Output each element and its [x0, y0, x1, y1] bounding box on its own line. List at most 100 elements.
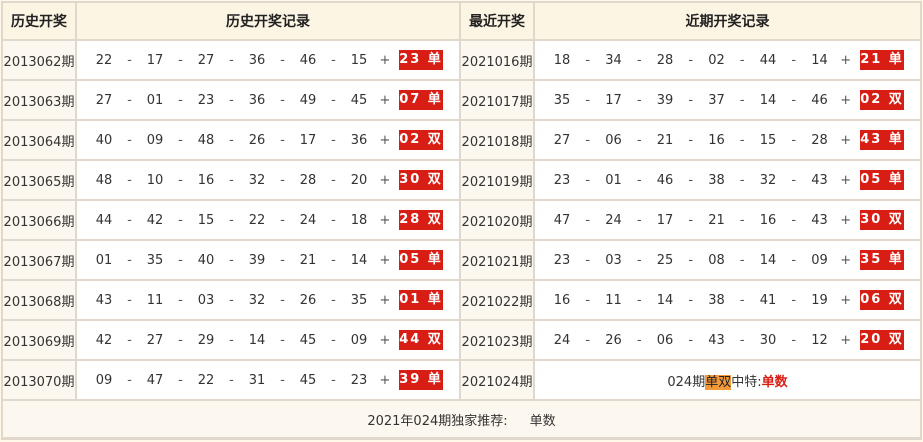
draw-number: 30: [759, 332, 777, 348]
history-numbers: 43-11-03-32-26-35 +01 单: [77, 281, 459, 319]
separator-dash: -: [636, 332, 642, 348]
separator-dash: -: [688, 212, 694, 228]
separator-dash: -: [280, 92, 285, 108]
draw-number: 27: [553, 132, 571, 148]
recent-numbers: 35-17-39-37-14-46 +02 双: [535, 81, 920, 119]
draw-number: 40: [197, 252, 215, 268]
separator-dash: -: [636, 212, 642, 228]
header-recent-records: 近期开奖记录: [535, 3, 920, 39]
table-row: 2013064期 40-09-48-26-17-36 +02 双 2021018期 27…: [3, 121, 920, 159]
separator-dash: -: [791, 132, 797, 148]
recent-numbers: 16-11-14-38-41-19 +06 双: [535, 281, 920, 319]
history-numbers: 22-17-27-36-46-15 +23 单: [77, 41, 459, 79]
number-sequence: 27-06-21-16-15-28 +43 单: [535, 130, 920, 150]
separator-dash: -: [127, 212, 132, 228]
table-row: 2013063期 27-01-23-36-49-45 +07 单 2021017期 35…: [3, 81, 920, 119]
draw-number: 32: [248, 292, 266, 308]
draw-number: 19: [811, 292, 828, 308]
special-number-badge: 44 双: [399, 330, 443, 350]
separator-dash: -: [791, 92, 797, 108]
plus-sign: +: [840, 172, 852, 188]
separator-dash: -: [636, 92, 642, 108]
draw-number: 35: [553, 92, 571, 108]
separator-dash: -: [585, 252, 591, 268]
draw-number: 23: [197, 92, 215, 108]
plus-sign: +: [840, 92, 852, 108]
separator-dash: -: [280, 132, 285, 148]
separator-dash: -: [178, 172, 183, 188]
draw-number: 43: [95, 292, 113, 308]
table-body: 2013062期 22-17-27-36-46-15 +23 单 2021016期 18…: [3, 41, 920, 399]
draw-number: 21: [708, 212, 725, 228]
draw-number: 22: [248, 212, 266, 228]
special-number-badge: 01 单: [399, 290, 443, 310]
draw-number: 31: [248, 372, 266, 388]
table-row: 2013069期 42-27-29-14-45-09 +44 双 2021023期 24…: [3, 321, 920, 359]
table-row: 2013068期 43-11-03-32-26-35 +01 单 2021022期 16…: [3, 281, 920, 319]
separator-dash: -: [585, 132, 591, 148]
history-period: 2013068期: [3, 281, 75, 319]
draw-number: 18: [350, 212, 368, 228]
history-period: 2013064期: [3, 121, 75, 159]
special-number-badge: 23 单: [399, 50, 443, 70]
draw-number: 26: [299, 292, 317, 308]
draw-number: 27: [197, 52, 215, 68]
separator-dash: -: [585, 332, 591, 348]
draw-number: 01: [146, 92, 164, 108]
separator-dash: -: [331, 172, 336, 188]
table-row: 2013062期 22-17-27-36-46-15 +23 单 2021016期 18…: [3, 41, 920, 79]
draw-number: 26: [248, 132, 266, 148]
lottery-records-panel: 历史开奖 历史开奖记录 最近开奖 近期开奖记录 2013062期 22-17-27…: [1, 1, 922, 440]
draw-number: 21: [656, 132, 674, 148]
special-number-badge: 20 双: [860, 330, 904, 350]
special-number-badge: 28 双: [399, 210, 443, 230]
draw-number: 36: [248, 52, 266, 68]
draw-number: 28: [299, 172, 317, 188]
number-sequence: 01-35-40-39-21-14 +05 单: [77, 250, 459, 270]
history-period: 2013063期: [3, 81, 75, 119]
prediction-highlight: 单双: [705, 374, 732, 390]
separator-dash: -: [791, 252, 797, 268]
draw-number: 45: [350, 92, 368, 108]
number-sequence: 40-09-48-26-17-36 +02 双: [77, 130, 459, 150]
records-table: 历史开奖 历史开奖记录 最近开奖 近期开奖记录 2013062期 22-17-27…: [1, 1, 922, 439]
separator-dash: -: [739, 172, 745, 188]
draw-number: 42: [146, 212, 164, 228]
separator-dash: -: [791, 212, 797, 228]
draw-number: 16: [759, 212, 777, 228]
draw-number: 24: [553, 332, 571, 348]
separator-dash: -: [688, 252, 694, 268]
draw-number: 41: [759, 292, 777, 308]
separator-dash: -: [636, 132, 642, 148]
separator-dash: -: [229, 172, 234, 188]
separator-dash: -: [331, 132, 336, 148]
number-sequence: 22-17-27-36-46-15 +23 单: [77, 50, 459, 70]
draw-number: 22: [197, 372, 215, 388]
separator-dash: -: [791, 52, 797, 68]
draw-number: 09: [95, 372, 113, 388]
draw-number: 42: [95, 332, 113, 348]
header-recent-period: 最近开奖: [461, 3, 533, 39]
number-sequence: 16-11-14-38-41-19 +06 双: [535, 290, 920, 310]
separator-dash: -: [127, 292, 132, 308]
separator-dash: -: [127, 252, 132, 268]
draw-number: 20: [350, 172, 368, 188]
history-period: 2013070期: [3, 361, 75, 399]
number-sequence: 09-47-22-31-45-23 +39 单: [77, 370, 459, 390]
plus-sign: +: [379, 132, 391, 148]
header-history-records: 历史开奖记录: [77, 3, 459, 39]
draw-number: 44: [95, 212, 113, 228]
draw-number: 14: [248, 332, 266, 348]
draw-number: 37: [708, 92, 725, 108]
draw-number: 46: [299, 52, 317, 68]
separator-dash: -: [280, 52, 285, 68]
separator-dash: -: [280, 172, 285, 188]
draw-number: 45: [299, 332, 317, 348]
draw-number: 14: [759, 92, 777, 108]
separator-dash: -: [636, 292, 642, 308]
separator-dash: -: [229, 52, 234, 68]
draw-number: 34: [605, 52, 622, 68]
recent-period: 2021017期: [461, 81, 533, 119]
number-sequence: 27-01-23-36-49-45 +07 单: [77, 90, 459, 110]
draw-number: 49: [299, 92, 317, 108]
